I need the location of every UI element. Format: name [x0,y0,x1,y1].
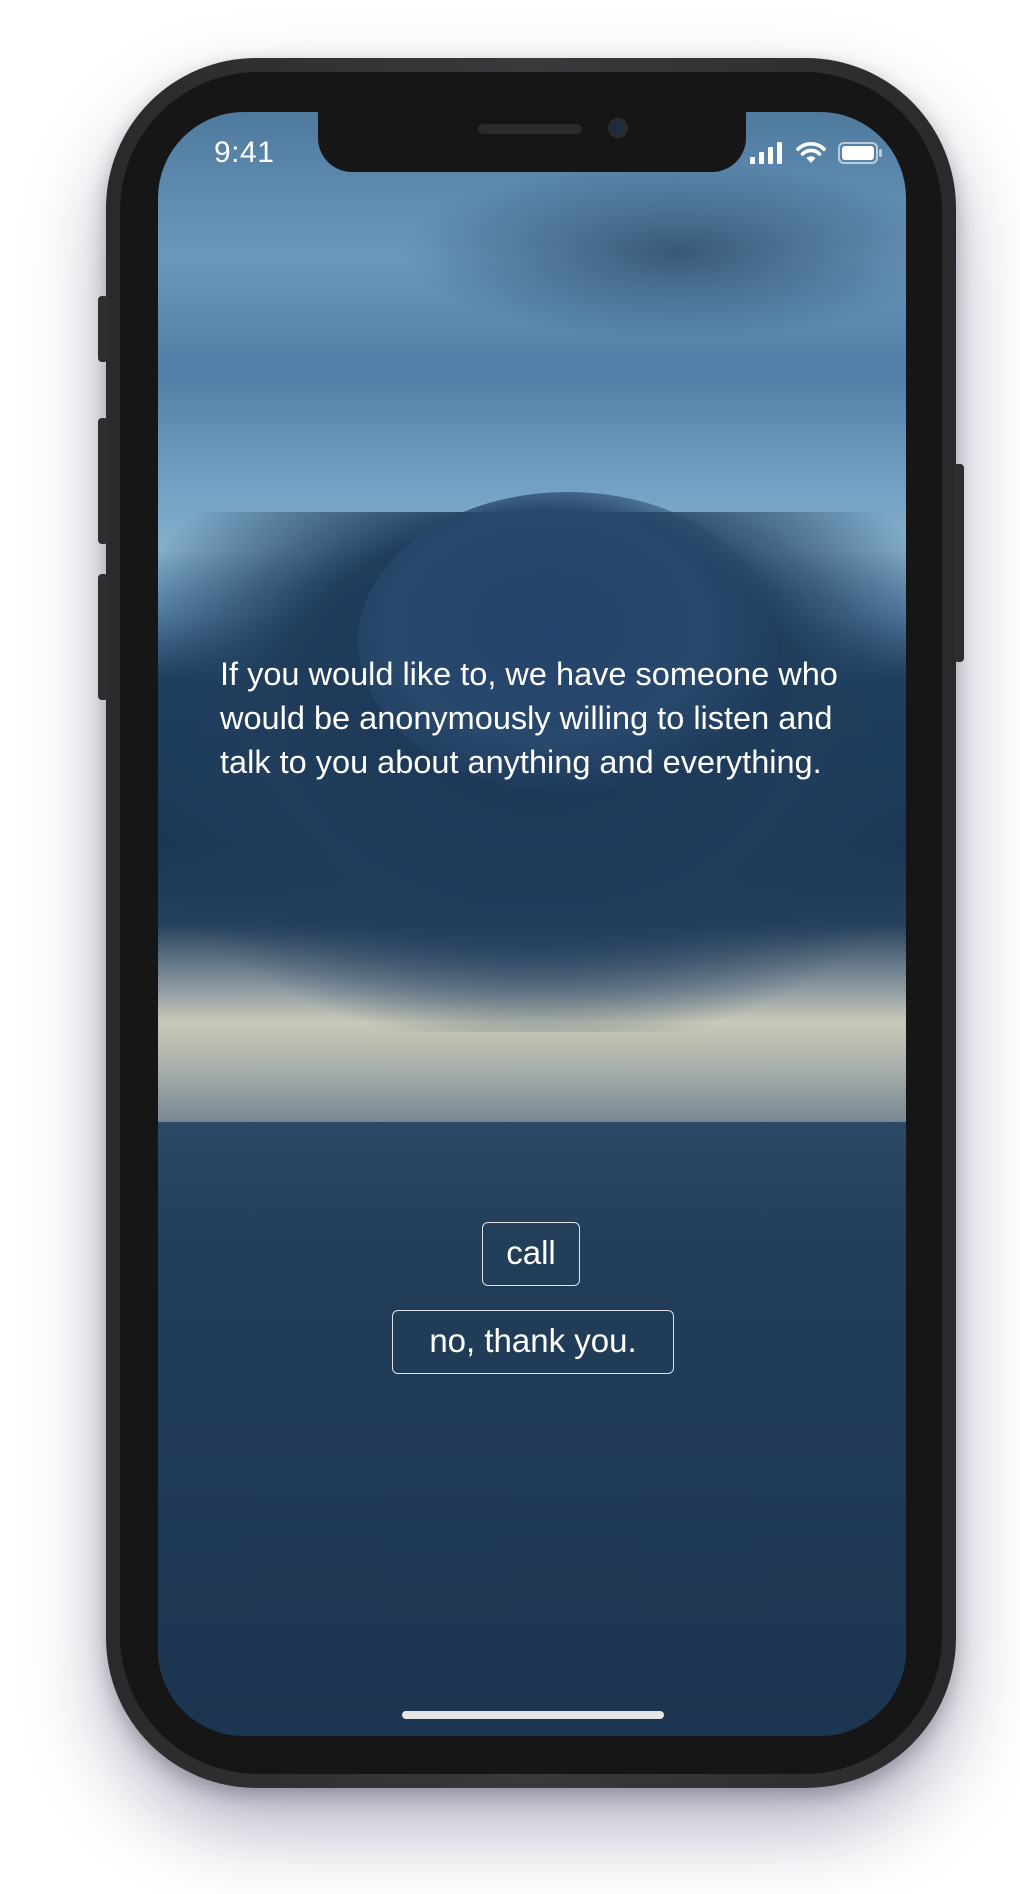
power-button [954,464,964,662]
silent-switch [98,296,108,362]
battery-icon [838,142,882,164]
decline-button[interactable]: no, thank you. [392,1310,674,1374]
phone-screen: 9:41 If you would like to, we have someo… [158,112,906,1736]
volume-down-button [98,574,108,700]
status-time: 9:41 [214,136,275,169]
wifi-icon [796,142,826,163]
volume-up-button [98,418,108,544]
front-camera [608,118,628,138]
status-icons [750,142,884,164]
speaker-grille [478,124,582,134]
home-indicator[interactable] [402,1711,664,1719]
page: 9:41 If you would like to, we have someo… [0,0,1020,1894]
support-message: If you would like to, we have someone wh… [220,656,838,780]
notch [318,112,746,172]
signal-icon [750,142,782,164]
background-sea [158,1122,906,1736]
call-button[interactable]: call [482,1222,580,1286]
